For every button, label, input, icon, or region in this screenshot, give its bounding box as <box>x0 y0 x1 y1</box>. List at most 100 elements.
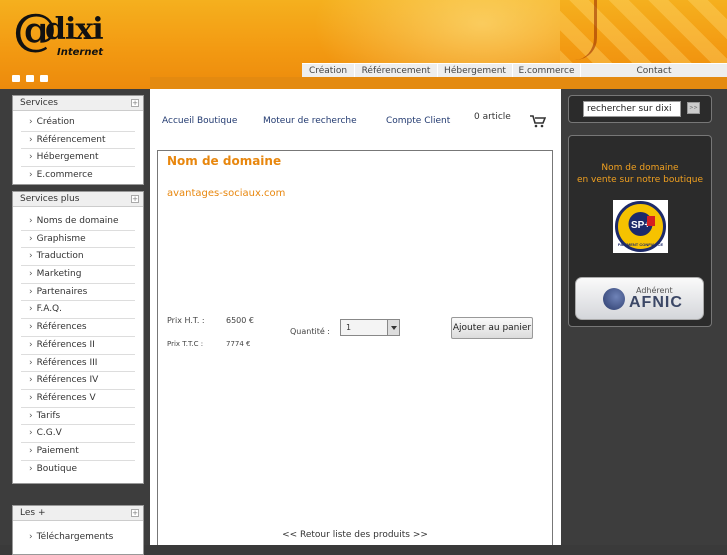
nav-item-referencement[interactable]: Référencement <box>354 64 437 78</box>
sidebar-item-label: Paiement <box>36 445 79 456</box>
sidebar-item-partenaires[interactable]: › Partenaires <box>21 284 135 302</box>
les-plus-box: Les + + › Téléchargements <box>12 505 144 555</box>
sidebar-item-noms-de-domaine[interactable]: › Noms de domaine <box>21 213 135 231</box>
arrow-icon: › <box>29 251 33 262</box>
sidebar-item-label: E.commerce <box>36 170 93 181</box>
link-moteur-recherche[interactable]: Moteur de recherche <box>263 116 357 126</box>
afnic-logo-icon <box>603 288 625 310</box>
cart-count[interactable]: 0 article <box>474 112 511 122</box>
product-panel: Nom de domaine avantages-sociaux.com Pri… <box>157 150 553 545</box>
add-to-cart-button[interactable]: Ajouter au panier <box>451 317 533 339</box>
les-plus-toggle[interactable]: + <box>131 509 139 517</box>
cart-icon[interactable] <box>530 114 546 128</box>
site-logo[interactable]: @ dixi Internet <box>13 7 111 63</box>
promo-line-2: en vente sur notre boutique <box>576 175 704 185</box>
sidebar-item-cgv[interactable]: › C.G.V <box>21 425 135 443</box>
services-plus-list: › Noms de domaine › Graphisme › Traduction … <box>13 207 143 478</box>
sidebar-item-tarifs[interactable]: › Tarifs <box>21 408 135 426</box>
arrow-icon: › <box>29 410 33 421</box>
arrow-icon: › <box>29 216 33 226</box>
sidebar-item-ecommerce[interactable]: › E.commerce <box>21 167 135 185</box>
sidebar-item-telechargements[interactable]: › Téléchargements <box>21 529 135 547</box>
site-header: @ dixi Internet Création Référencement H… <box>0 0 727 89</box>
chevron-down-icon[interactable] <box>387 320 399 335</box>
arrow-icon: › <box>29 357 33 368</box>
sp-plus-badge[interactable]: SP+ PAIEMENT CONFIANCE <box>613 200 668 253</box>
promo-box: Nom de domaine en vente sur notre boutiq… <box>568 135 712 327</box>
nav-underbar <box>150 77 727 89</box>
arrow-icon: › <box>29 322 33 333</box>
sidebar-item-hebergement[interactable]: › Hébergement <box>21 149 135 168</box>
price-ht-value: 6500 € <box>226 316 254 325</box>
sidebar-item-label: Références III <box>36 357 98 368</box>
sidebar-item-marketing[interactable]: › Marketing <box>21 266 135 284</box>
shop-topbar: Accueil Boutique Moteur de recherche Com… <box>150 89 561 145</box>
services-box: Services + › Création › Référencement › Hébe… <box>12 95 144 185</box>
sidebar-item-references-5[interactable]: › Références V <box>21 390 135 408</box>
sidebar-item-boutique[interactable]: › Boutique <box>21 461 135 479</box>
folder-icon[interactable] <box>40 75 48 82</box>
nav-item-contact[interactable]: Contact <box>580 64 727 78</box>
home-icon[interactable] <box>12 75 20 82</box>
arrow-icon: › <box>29 532 33 542</box>
arrow-icon: › <box>29 170 33 181</box>
sidebar-item-faq[interactable]: › F.A.Q. <box>21 301 135 320</box>
services-toggle[interactable]: + <box>131 99 139 107</box>
sidebar-item-references-3[interactable]: › Références III <box>21 355 135 373</box>
sp-plus-caption: PAIEMENT CONFIANCE <box>618 242 664 247</box>
sidebar-item-label: Référencement <box>36 134 106 145</box>
promo-line-1: Nom de domaine <box>601 163 679 173</box>
search-input[interactable]: rechercher sur dixi <box>583 101 681 117</box>
link-compte-client[interactable]: Compte Client <box>386 116 450 126</box>
left-sidebar: Services + › Création › Référencement › Hébe… <box>0 89 150 555</box>
sidebar-item-label: Boutique <box>36 463 77 474</box>
search-submit-button[interactable]: >> <box>687 102 700 114</box>
arrow-icon: › <box>29 152 33 163</box>
sidebar-item-paiement[interactable]: › Paiement <box>21 443 135 461</box>
arrow-icon: › <box>29 428 33 439</box>
price-ht-label: Prix H.T. : <box>167 316 205 325</box>
sidebar-item-label: Téléchargements <box>36 532 114 542</box>
sidebar-item-label: F.A.Q. <box>36 304 63 315</box>
sidebar-item-label: C.G.V <box>36 428 62 439</box>
services-plus-header: Services plus + <box>13 192 143 207</box>
sidebar-item-traduction[interactable]: › Traduction <box>21 248 135 267</box>
sidebar-item-label: Références V <box>36 392 96 403</box>
nav-item-creation[interactable]: Création <box>302 64 354 78</box>
nav-item-hebergement[interactable]: Hébergement <box>437 64 512 78</box>
quantity-value: 1 <box>346 323 352 332</box>
sidebar-item-label: Noms de domaine <box>36 216 119 226</box>
sidebar-item-label: Tarifs <box>36 410 61 421</box>
mail-icon[interactable] <box>26 75 34 82</box>
afnic-badge[interactable]: Adhérent AFNIC <box>575 277 704 320</box>
link-accueil-boutique[interactable]: Accueil Boutique <box>162 116 237 126</box>
sidebar-item-references-2[interactable]: › Références II <box>21 337 135 355</box>
les-plus-header: Les + + <box>13 506 143 521</box>
product-domain: avantages-sociaux.com <box>167 188 286 199</box>
sidebar-item-references-4[interactable]: › Références IV <box>21 372 135 390</box>
quantity-select[interactable]: 1 <box>340 319 400 336</box>
sidebar-item-referencement[interactable]: › Référencement <box>21 132 135 150</box>
back-to-list-link[interactable]: << Retour liste des produits >> <box>158 530 552 540</box>
arrow-icon: › <box>29 134 33 145</box>
services-plus-box: Services plus + › Noms de domaine › Graphis… <box>12 191 144 484</box>
arrow-icon: › <box>29 375 33 386</box>
price-ttc-label: Prix T.T.C : <box>167 340 204 348</box>
arrow-icon: › <box>29 392 33 403</box>
sidebar-item-creation[interactable]: › Création <box>21 114 135 132</box>
logo-tagline: Internet <box>57 47 104 58</box>
services-header: Services + <box>13 96 143 111</box>
sidebar-item-label: Hébergement <box>36 152 99 163</box>
sidebar-item-label: Partenaires <box>36 286 88 297</box>
sidebar-item-graphisme[interactable]: › Graphisme <box>21 231 135 249</box>
arrow-icon: › <box>29 233 33 244</box>
arrow-icon: › <box>29 445 33 456</box>
price-ttc-value: 7774 € <box>226 340 251 348</box>
nav-item-ecommerce[interactable]: E.commerce <box>512 64 580 78</box>
sidebar-item-references[interactable]: › Références <box>21 319 135 337</box>
quantity-label: Quantité : <box>290 327 330 336</box>
sidebar-item-label: Références <box>36 322 87 333</box>
services-plus-toggle[interactable]: + <box>131 195 139 203</box>
sidebar-item-label: Marketing <box>36 269 82 280</box>
les-plus-title: Les + <box>20 508 46 518</box>
